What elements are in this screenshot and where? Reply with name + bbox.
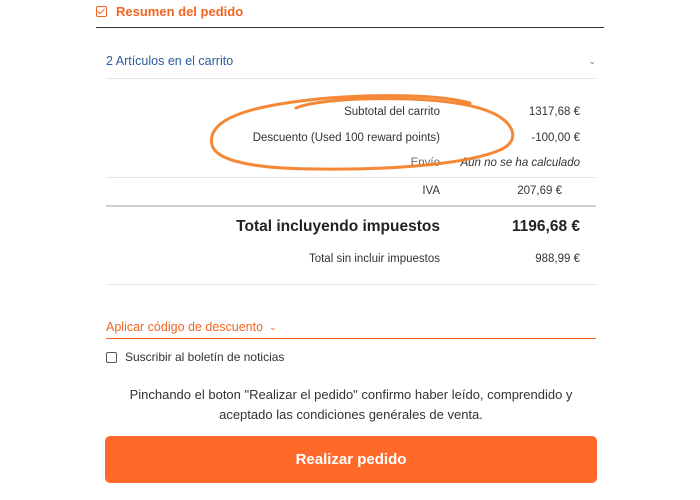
place-order-button[interactable]: Realizar pedido bbox=[105, 436, 597, 483]
order-summary-header: Resumen del pedido bbox=[96, 4, 243, 19]
discount-underline bbox=[106, 338, 596, 339]
apply-discount-label[interactable]: Aplicar código de descuento bbox=[106, 320, 263, 334]
tax-label: IVA bbox=[422, 185, 440, 197]
newsletter-checkbox[interactable] bbox=[106, 351, 117, 363]
shipping-label: Envío bbox=[410, 157, 440, 169]
header-divider bbox=[96, 27, 604, 28]
grand-total-label: Total incluyendo impuestos bbox=[236, 218, 440, 235]
shipping-divider bbox=[106, 177, 596, 178]
subtotal-label: Subtotal del carrito bbox=[344, 106, 440, 118]
newsletter-label[interactable]: Suscribir al boletín de noticias bbox=[125, 350, 284, 364]
chevron-down-icon[interactable]: ⌄ bbox=[269, 322, 277, 333]
tax-value: 207,69 € bbox=[517, 185, 562, 197]
grand-total-row: Total incluyendo impuestos 1196,68 € bbox=[106, 218, 596, 240]
checkbox-checked-icon bbox=[96, 6, 107, 17]
discount-value: -100,00 € bbox=[531, 132, 580, 144]
newsletter-option[interactable]: Suscribir al boletín de noticias bbox=[106, 350, 284, 364]
cart-items-toggle[interactable]: 2 Artículos en el carrito ⌄ bbox=[106, 54, 596, 68]
discount-label: Descuento (Used 100 reward points) bbox=[252, 132, 440, 144]
hand-drawn-circle-annotation bbox=[209, 94, 515, 171]
shipping-value: Aún no se ha calculado bbox=[460, 157, 580, 169]
totals-divider bbox=[106, 205, 596, 207]
terms-notice: Pinchando el boton "Realizar el pedido" … bbox=[129, 387, 573, 422]
total-excl-tax-value: 988,99 € bbox=[535, 253, 580, 265]
cart-items-label[interactable]: 2 Artículos en el carrito bbox=[106, 54, 233, 68]
grand-total-value: 1196,68 € bbox=[511, 218, 580, 235]
items-divider bbox=[106, 78, 596, 79]
summary-bottom-divider bbox=[106, 284, 596, 285]
apply-discount-toggle[interactable]: Aplicar código de descuento ⌄ bbox=[106, 320, 277, 334]
subtotal-value: 1317,68 € bbox=[528, 106, 580, 118]
order-summary-title: Resumen del pedido bbox=[116, 4, 244, 19]
total-excl-tax-label: Total sin incluir impuestos bbox=[308, 253, 440, 265]
chevron-down-icon[interactable]: ⌄ bbox=[588, 56, 596, 67]
